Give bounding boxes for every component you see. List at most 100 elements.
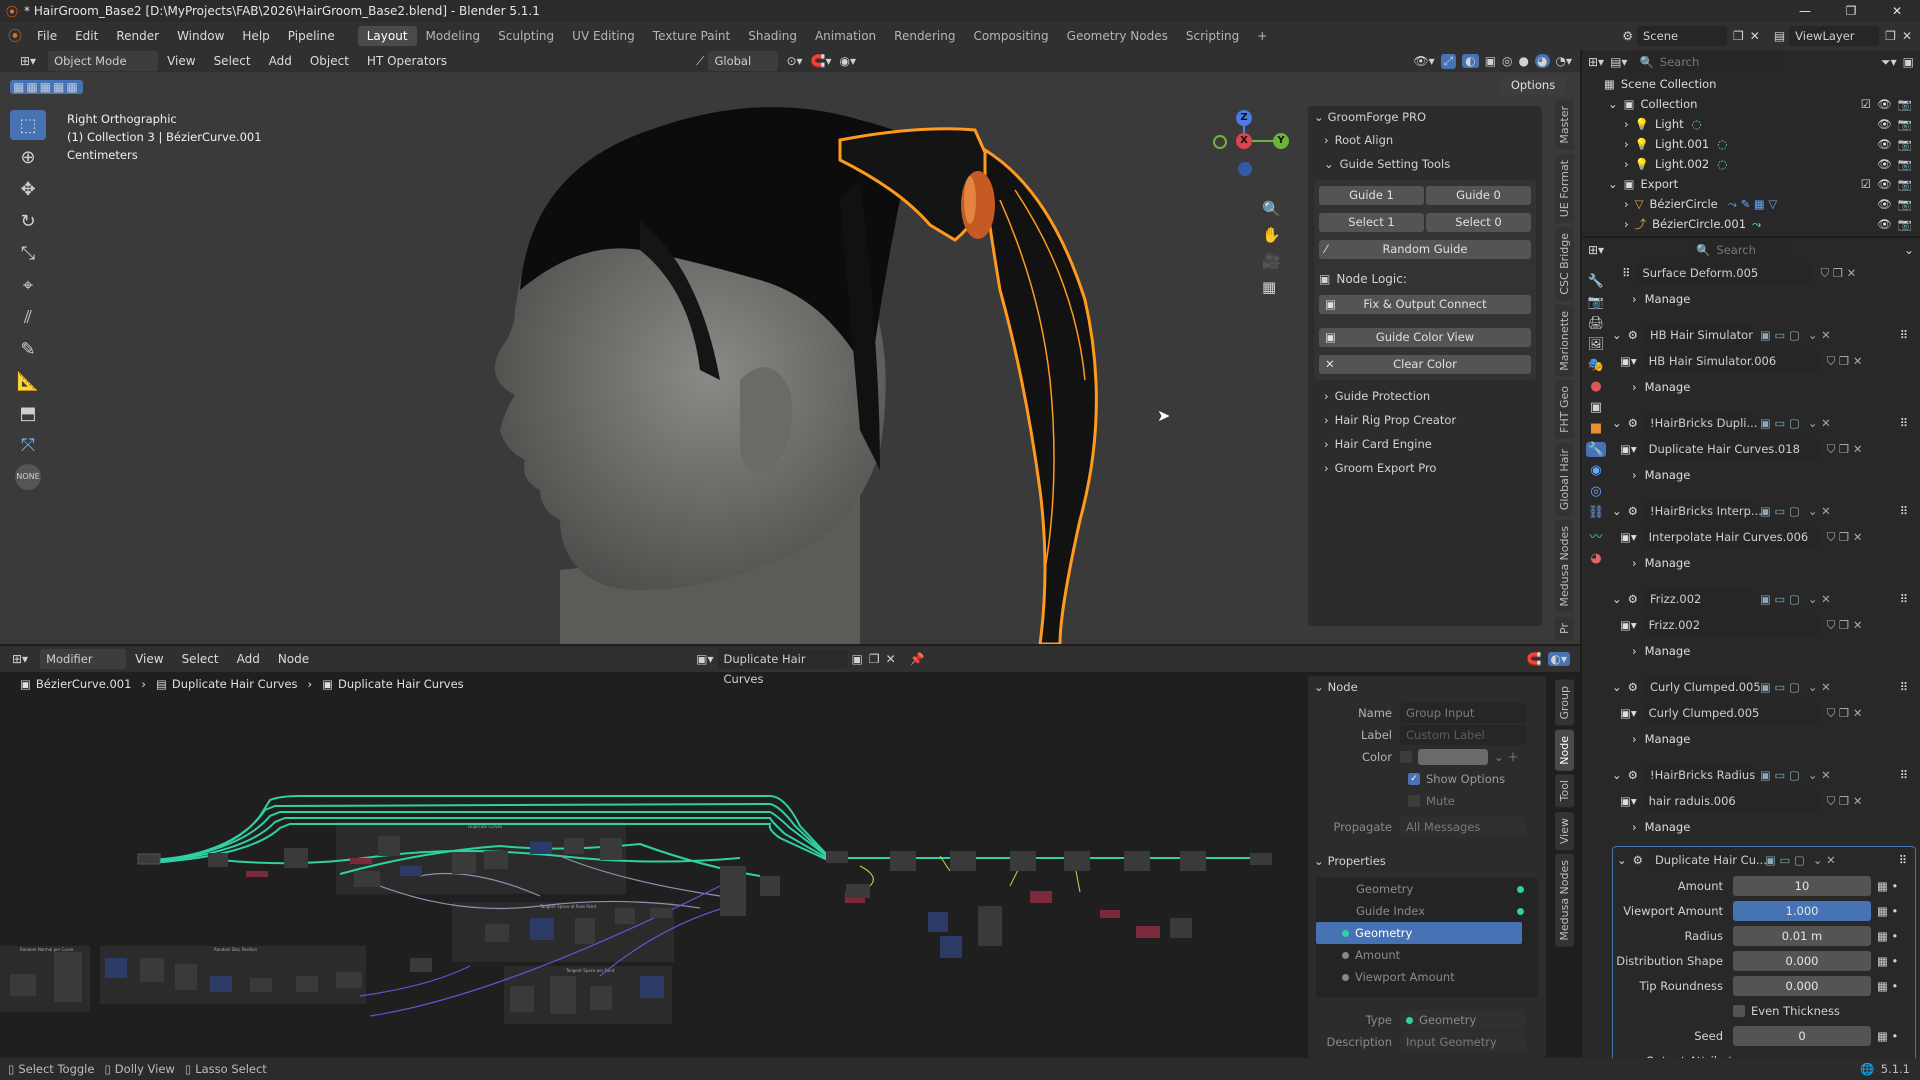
manage-row[interactable]: › Manage bbox=[1612, 286, 1916, 312]
type-dropdown[interactable]: Geometry bbox=[1400, 1010, 1526, 1030]
scene-tab-icon[interactable]: 🎭 bbox=[1588, 358, 1604, 373]
add-workspace-icon[interactable]: + bbox=[1248, 26, 1276, 46]
mute-checkbox[interactable] bbox=[1408, 795, 1420, 807]
node-tree-icon[interactable]: ▣▾ bbox=[696, 652, 713, 666]
seed-field[interactable]: 0 bbox=[1733, 1025, 1871, 1046]
keyframe-icon[interactable]: ▦ • bbox=[1877, 929, 1898, 943]
distribution-shape-field[interactable]: 0.000 bbox=[1733, 950, 1871, 971]
hair-rig-prop-section[interactable]: › Hair Rig Prop Creator bbox=[1308, 408, 1542, 432]
delete-viewlayer-icon[interactable]: ✕ bbox=[1902, 29, 1912, 43]
tab-pr[interactable]: Pr bbox=[1554, 616, 1574, 640]
close-icon[interactable]: ✕ bbox=[1874, 4, 1920, 18]
viewlayer-icon[interactable]: ▤ bbox=[1774, 29, 1785, 43]
tab-shading[interactable]: Shading bbox=[739, 26, 806, 46]
snapping-icon[interactable]: 🧲 bbox=[1527, 652, 1542, 666]
modifier-hairbricks-dupli[interactable]: ⌄ ⚙ !HairBricks Dupli... ▣ ▭ ▢ ⌄ ✕ ⠿ bbox=[1612, 410, 1916, 436]
gizmo-z-icon[interactable]: Z bbox=[1236, 110, 1252, 126]
node-menu-select[interactable]: Select bbox=[173, 652, 228, 666]
tab-sculpting[interactable]: Sculpting bbox=[489, 26, 563, 46]
world-tab-icon[interactable]: ● bbox=[1590, 379, 1601, 394]
tab-ue-format[interactable]: UE Format bbox=[1554, 153, 1574, 223]
prop-guide-index[interactable]: Guide Index bbox=[1356, 904, 1425, 918]
visibility-icon[interactable]: 👁▾ bbox=[1413, 54, 1434, 68]
node-label-input[interactable]: Custom Label bbox=[1400, 725, 1526, 745]
new-collection-icon[interactable]: ▣ bbox=[1903, 55, 1914, 69]
outliner-row-export[interactable]: ⌄ ▣ Export ☑ 👁 📷 bbox=[1582, 174, 1920, 194]
node-section-title[interactable]: Node bbox=[1328, 680, 1358, 694]
node-collapse-icon[interactable]: ⌄ bbox=[1314, 680, 1324, 694]
modifier-frizz[interactable]: ⌄ ⚙ Frizz.002 ▣ ▭ ▢ ⌄ ✕ ⠿ bbox=[1612, 586, 1916, 612]
modifier-tab-icon[interactable]: 🔧 bbox=[1585, 442, 1607, 457]
output-tab-icon[interactable]: 🖨 bbox=[1588, 316, 1605, 331]
blender-menu-icon[interactable]: ⦿ bbox=[8, 26, 22, 46]
viewlayer-selector[interactable]: ViewLayer bbox=[1789, 26, 1880, 46]
manage-row[interactable]: › Manage bbox=[1612, 726, 1916, 752]
manage-row[interactable]: › Manage bbox=[1612, 462, 1916, 488]
tab-view[interactable]: View bbox=[1554, 811, 1574, 850]
tab-geometry-nodes[interactable]: Geometry Nodes bbox=[1058, 26, 1177, 46]
tip-roundness-field[interactable]: 0.000 bbox=[1733, 975, 1871, 996]
fix-output-connect-button[interactable]: ▣ Fix & Output Connect bbox=[1319, 295, 1531, 314]
options-button[interactable]: Options bbox=[1500, 76, 1566, 95]
modifier-hairbricks-radius[interactable]: ⌄ ⚙ !HairBricks Radius ▣ ▭ ▢ ⌄ ✕ ⠿ bbox=[1612, 762, 1916, 788]
color-dropdown-icon[interactable]: ⌄ ＋ bbox=[1494, 749, 1519, 765]
viewport-amount-field[interactable]: 1.000 bbox=[1733, 900, 1871, 921]
tab-group[interactable]: Group bbox=[1554, 680, 1574, 726]
guide-protection-section[interactable]: › Guide Protection bbox=[1308, 384, 1542, 408]
collection-tab-icon[interactable]: ▣ bbox=[1590, 400, 1602, 415]
clear-color-button[interactable]: ✕ Clear Color bbox=[1319, 355, 1531, 374]
manage-row[interactable]: › Manage bbox=[1612, 638, 1916, 664]
view-layer-tab-icon[interactable]: 🖼 bbox=[1588, 337, 1605, 352]
zoom-icon[interactable]: 🔍 bbox=[1262, 200, 1281, 218]
pan-hand-icon[interactable]: ✋ bbox=[1262, 226, 1281, 244]
node-graph[interactable]: Duplicate Curves Tangent Space at Root P… bbox=[0, 696, 1300, 1056]
node-name-input[interactable]: Group Input bbox=[1400, 703, 1526, 723]
groom-export-section[interactable]: › Groom Export Pro bbox=[1308, 456, 1542, 480]
outliner-search[interactable]: 🔍 Search bbox=[1633, 52, 1784, 72]
tab-fht-geo[interactable]: FHT Geo bbox=[1554, 380, 1574, 440]
tab-rendering[interactable]: Rendering bbox=[885, 26, 964, 46]
tab-texture-paint[interactable]: Texture Paint bbox=[644, 26, 739, 46]
breadcrumb-object[interactable]: BézierCurve.001 bbox=[36, 677, 132, 691]
manage-row[interactable]: › Manage bbox=[1612, 550, 1916, 576]
panel-title[interactable]: GroomForge PRO bbox=[1328, 110, 1426, 124]
new-viewlayer-icon[interactable]: ❐ bbox=[1885, 29, 1896, 43]
outliner-row-light-002[interactable]: › 💡 Light.002 ◌ 👁 📷 bbox=[1582, 154, 1920, 174]
properties-search[interactable]: 🔍 Search bbox=[1690, 240, 1791, 260]
guide-tools-section[interactable]: ⌄ Guide Setting Tools bbox=[1308, 152, 1542, 176]
display-mode-icon[interactable]: ▤▾ bbox=[1610, 55, 1627, 69]
node-menu-add[interactable]: Add bbox=[228, 652, 269, 666]
gizmo-toggle-icon[interactable]: ⤢ bbox=[1440, 53, 1457, 69]
guide-color-view-button[interactable]: ▣ Guide Color View bbox=[1319, 328, 1531, 347]
maximize-icon[interactable]: ❐ bbox=[1828, 4, 1874, 18]
outliner-editor-icon[interactable]: ⊞▾ bbox=[1588, 55, 1604, 69]
properties-editor-icon[interactable]: ⊞▾ bbox=[1588, 243, 1604, 257]
root-align-section[interactable]: › Root Align bbox=[1308, 128, 1542, 152]
grid-view-icon[interactable]: ▦ bbox=[1262, 278, 1281, 296]
menu-render[interactable]: Render bbox=[107, 29, 168, 43]
select-0-button[interactable]: Select 0 bbox=[1426, 213, 1531, 232]
properties-section-title[interactable]: Properties bbox=[1328, 854, 1386, 868]
tab-uv-editing[interactable]: UV Editing bbox=[563, 26, 644, 46]
material-tab-icon[interactable]: ◕ bbox=[1590, 551, 1601, 566]
color-swatch[interactable] bbox=[1418, 749, 1488, 765]
physics-tab-icon[interactable]: ◎ bbox=[1590, 484, 1601, 499]
tab-node[interactable]: Node bbox=[1554, 729, 1574, 771]
node-editor-type-icon[interactable]: ⊞▾ bbox=[12, 652, 28, 666]
manage-row[interactable]: › Manage bbox=[1612, 814, 1916, 840]
gizmo-y-icon[interactable]: Y bbox=[1273, 133, 1289, 149]
node-editor[interactable]: ⊞▾ Modifier View Select Add Node ▣▾ Dupl… bbox=[0, 646, 1580, 1058]
new-scene-icon[interactable]: ❐ bbox=[1733, 29, 1744, 43]
breadcrumb-modifier[interactable]: Duplicate Hair Curves bbox=[172, 677, 298, 691]
particles-tab-icon[interactable]: ◉ bbox=[1590, 463, 1601, 478]
solid-shading-icon[interactable]: ● bbox=[1519, 54, 1529, 68]
xray-icon[interactable]: ▣ bbox=[1485, 54, 1496, 68]
outliner-row-beziercircle-001[interactable]: › ⤴ BézierCircle.001 ⤳ 👁 📷 bbox=[1582, 214, 1920, 234]
filter-icon[interactable]: ⏷▾ bbox=[1881, 55, 1897, 70]
modifier-hb-hair-simulator[interactable]: ⌄ ⚙ HB Hair Simulator ▣ ▭ ▢ ⌄ ✕ ⠿ bbox=[1612, 322, 1916, 348]
keyframe-icon[interactable]: ▦ • bbox=[1877, 954, 1898, 968]
even-thickness-checkbox[interactable] bbox=[1733, 1004, 1745, 1017]
radius-field[interactable]: 0.01 m bbox=[1733, 925, 1871, 946]
propagate-dropdown[interactable]: All Messages bbox=[1400, 817, 1526, 837]
unlink-tree-icon[interactable]: ✕ bbox=[886, 652, 896, 666]
